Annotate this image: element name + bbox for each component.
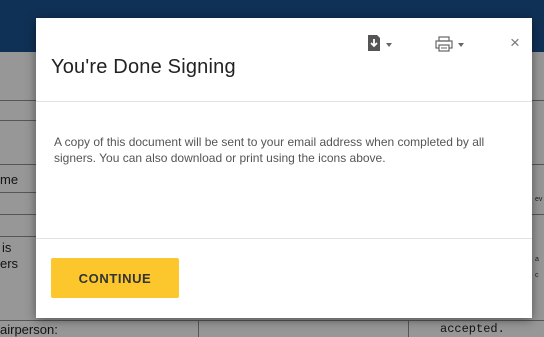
download-icon [367, 35, 381, 55]
dialog-divider [36, 101, 532, 102]
dialog-title: You're Done Signing [51, 56, 236, 78]
chevron-down-icon [458, 43, 464, 47]
print-icon [435, 35, 453, 55]
close-icon: × [510, 33, 520, 52]
dialog-message: A copy of this document will be sent to … [54, 135, 485, 165]
continue-button[interactable]: CONTINUE [51, 258, 179, 298]
dialog-divider [36, 238, 532, 239]
close-button[interactable]: × [506, 32, 524, 54]
download-button[interactable] [367, 32, 392, 58]
chevron-down-icon [386, 43, 392, 47]
done-signing-dialog: You're Done Signing × A copy of this doc… [36, 18, 532, 318]
print-button[interactable] [435, 32, 464, 58]
